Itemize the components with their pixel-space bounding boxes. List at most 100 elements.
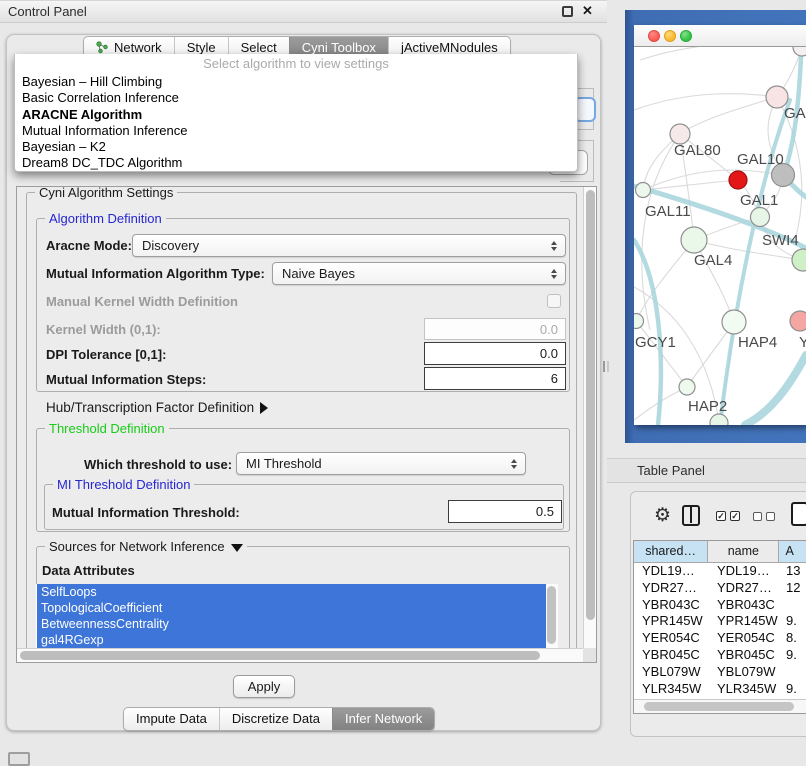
- mi-steps-field[interactable]: 6: [424, 367, 566, 390]
- node-gal1-red[interactable]: [729, 171, 747, 189]
- algorithm-option[interactable]: Bayesian – K2: [15, 139, 577, 155]
- algorithm-option[interactable]: Bayesian – Hill Climbing: [15, 74, 577, 90]
- deselect-all-icon[interactable]: [753, 512, 762, 521]
- which-threshold-label: Which threshold to use:: [84, 457, 232, 472]
- node-swi4[interactable]: [751, 208, 770, 227]
- cyni-algorithm-settings-title: Cyni Algorithm Settings: [35, 186, 177, 200]
- label-gal11: GAL11: [645, 203, 691, 220]
- which-threshold-value: MI Threshold: [246, 456, 322, 471]
- network-canvas[interactable]: GAL GAL80 GAL10 GAL1 GAL11 SWI4 GAL4 GCY…: [634, 47, 806, 425]
- data-attributes-list: SelfLoops TopologicalCoefficient Between…: [36, 584, 558, 650]
- node-gal11[interactable]: [636, 183, 651, 198]
- tab-style-label: Style: [187, 40, 216, 55]
- manual-kernel-width-checkbox[interactable]: [547, 294, 561, 308]
- tab-impute-data[interactable]: Impute Data: [124, 708, 219, 730]
- node-partial-bottom[interactable]: [710, 414, 728, 425]
- tab-cyni-toolbox-label: Cyni Toolbox: [302, 40, 376, 55]
- node-y-partial[interactable]: [790, 311, 806, 331]
- label-gal80: GAL80: [674, 142, 721, 159]
- attribute-item-selected[interactable]: BetweennessCentrality: [37, 616, 546, 632]
- panel-splitter-grip[interactable]: [603, 361, 609, 372]
- column-header-partial[interactable]: A: [779, 541, 806, 562]
- new-table-icon[interactable]: [791, 502, 806, 526]
- vertical-scrollbar-thumb[interactable]: [586, 190, 595, 620]
- algorithm-dropdown-placeholder: Select algorithm to view settings: [15, 54, 577, 74]
- scrollbar-corner: [583, 648, 596, 662]
- select-all-icon-2[interactable]: ✓: [730, 511, 740, 521]
- attribute-item-selected[interactable]: TopologicalCoefficient: [37, 600, 546, 616]
- table-row[interactable]: YER054CYER054C8.: [634, 630, 806, 647]
- node-hap2[interactable]: [679, 379, 695, 395]
- dpi-tolerance-field[interactable]: 0.0: [424, 342, 566, 365]
- expander-expanded-icon: [231, 544, 243, 552]
- which-threshold-combobox[interactable]: MI Threshold: [236, 452, 526, 475]
- mi-algorithm-type-combobox[interactable]: Naive Bayes: [272, 262, 566, 285]
- docked-panel-icon[interactable]: [8, 752, 30, 766]
- network-window-titlebar[interactable]: [634, 25, 806, 47]
- mi-algorithm-type-value: Naive Bayes: [282, 266, 355, 281]
- node-attribute-table: shared… name A YDL19…YDL19…13 YDR27…YDR2…: [633, 540, 806, 714]
- tab-jactivemnodules-label: jActiveMNodules: [401, 40, 498, 55]
- window-zoom-button[interactable]: [680, 30, 692, 42]
- algorithm-option[interactable]: Dream8 DC_TDC Algorithm: [15, 155, 577, 171]
- network-icon: [96, 41, 109, 54]
- window-minimize-button[interactable]: [664, 30, 676, 42]
- tab-discretize-data-label: Discretize Data: [232, 711, 320, 726]
- data-attributes-label: Data Attributes: [42, 563, 135, 578]
- deselect-all-icon-2[interactable]: [766, 512, 775, 521]
- algorithm-option[interactable]: Mutual Information Inference: [15, 123, 577, 139]
- aracne-mode-combobox[interactable]: Discovery: [132, 234, 566, 257]
- node-partial-top[interactable]: [793, 47, 806, 56]
- mi-threshold-definition-title: MI Threshold Definition: [53, 477, 194, 492]
- table-horizontal-scrollbar[interactable]: [634, 699, 806, 713]
- node-gcy1[interactable]: [634, 314, 644, 329]
- hub-expander[interactable]: Hub/Transcription Factor Definition: [46, 400, 268, 415]
- node-gal4[interactable]: [681, 227, 707, 253]
- settings-horizontal-scrollbar[interactable]: [17, 648, 583, 662]
- apply-button[interactable]: Apply: [233, 675, 295, 698]
- kernel-width-field[interactable]: 0.0: [424, 318, 566, 340]
- mi-threshold-field[interactable]: 0.5: [448, 500, 562, 523]
- attributes-list-scrollbar[interactable]: [546, 584, 558, 650]
- attribute-item-selected[interactable]: gal4RGexp: [37, 632, 546, 648]
- tab-infer-network[interactable]: Infer Network: [332, 708, 434, 730]
- table-row[interactable]: YBR045CYBR045C9.: [634, 647, 806, 664]
- table-panel-titlebar: Table Panel: [607, 458, 806, 483]
- tab-select-label: Select: [241, 40, 277, 55]
- node-partial-right[interactable]: [792, 249, 806, 271]
- table-row[interactable]: YPR145WYPR145W9.: [634, 613, 806, 630]
- gear-icon[interactable]: ⚙: [654, 504, 671, 527]
- window-close-button[interactable]: [648, 30, 660, 42]
- table-row[interactable]: YBL079WYBL079W: [634, 664, 806, 681]
- table-row[interactable]: YDL19…YDL19…13: [634, 563, 806, 580]
- label-hap2: HAP2: [688, 398, 727, 415]
- hub-expander-label: Hub/Transcription Factor Definition: [46, 400, 254, 415]
- table-header-row: shared… name A: [634, 541, 806, 563]
- manual-kernel-width-label: Manual Kernel Width Definition: [46, 294, 238, 309]
- column-header-name[interactable]: name: [708, 541, 779, 562]
- table-body: YDL19…YDL19…13 YDR27…YDR27…12 YBR043CYBR…: [634, 563, 806, 701]
- column-header-shared-name[interactable]: shared…: [634, 541, 708, 562]
- split-columns-icon[interactable]: [682, 505, 700, 526]
- attribute-item-selected[interactable]: SelfLoops: [37, 584, 546, 600]
- close-panel-icon[interactable]: ✕: [582, 3, 593, 19]
- table-row[interactable]: YLR345WYLR345W9.: [634, 681, 806, 698]
- table-row[interactable]: YBR043CYBR043C: [634, 597, 806, 614]
- kernel-width-label: Kernel Width (0,1):: [46, 322, 161, 337]
- table-row[interactable]: YDR27…YDR27…12: [634, 580, 806, 597]
- settings-vertical-scrollbar[interactable]: [583, 187, 596, 650]
- float-window-icon[interactable]: [562, 6, 573, 17]
- tab-discretize-data[interactable]: Discretize Data: [219, 708, 332, 730]
- node-hap4[interactable]: [722, 310, 746, 334]
- sources-title[interactable]: Sources for Network Inference: [45, 539, 247, 554]
- horizontal-scrollbar-thumb[interactable]: [20, 651, 540, 660]
- algorithm-option-highlighted[interactable]: ARACNE Algorithm: [15, 107, 577, 123]
- network-view-window: GAL GAL80 GAL10 GAL1 GAL11 SWI4 GAL4 GCY…: [634, 25, 806, 425]
- node-gal80[interactable]: [670, 124, 690, 144]
- algorithm-option[interactable]: Basic Correlation Inference: [15, 90, 577, 106]
- table-scrollbar-thumb[interactable]: [644, 702, 794, 711]
- tab-infer-network-label: Infer Network: [345, 711, 422, 726]
- bottom-tabbar: Impute Data Discretize Data Infer Networ…: [123, 707, 435, 731]
- select-all-icon[interactable]: ✓: [716, 511, 726, 521]
- control-panel-title: Control Panel: [8, 4, 87, 19]
